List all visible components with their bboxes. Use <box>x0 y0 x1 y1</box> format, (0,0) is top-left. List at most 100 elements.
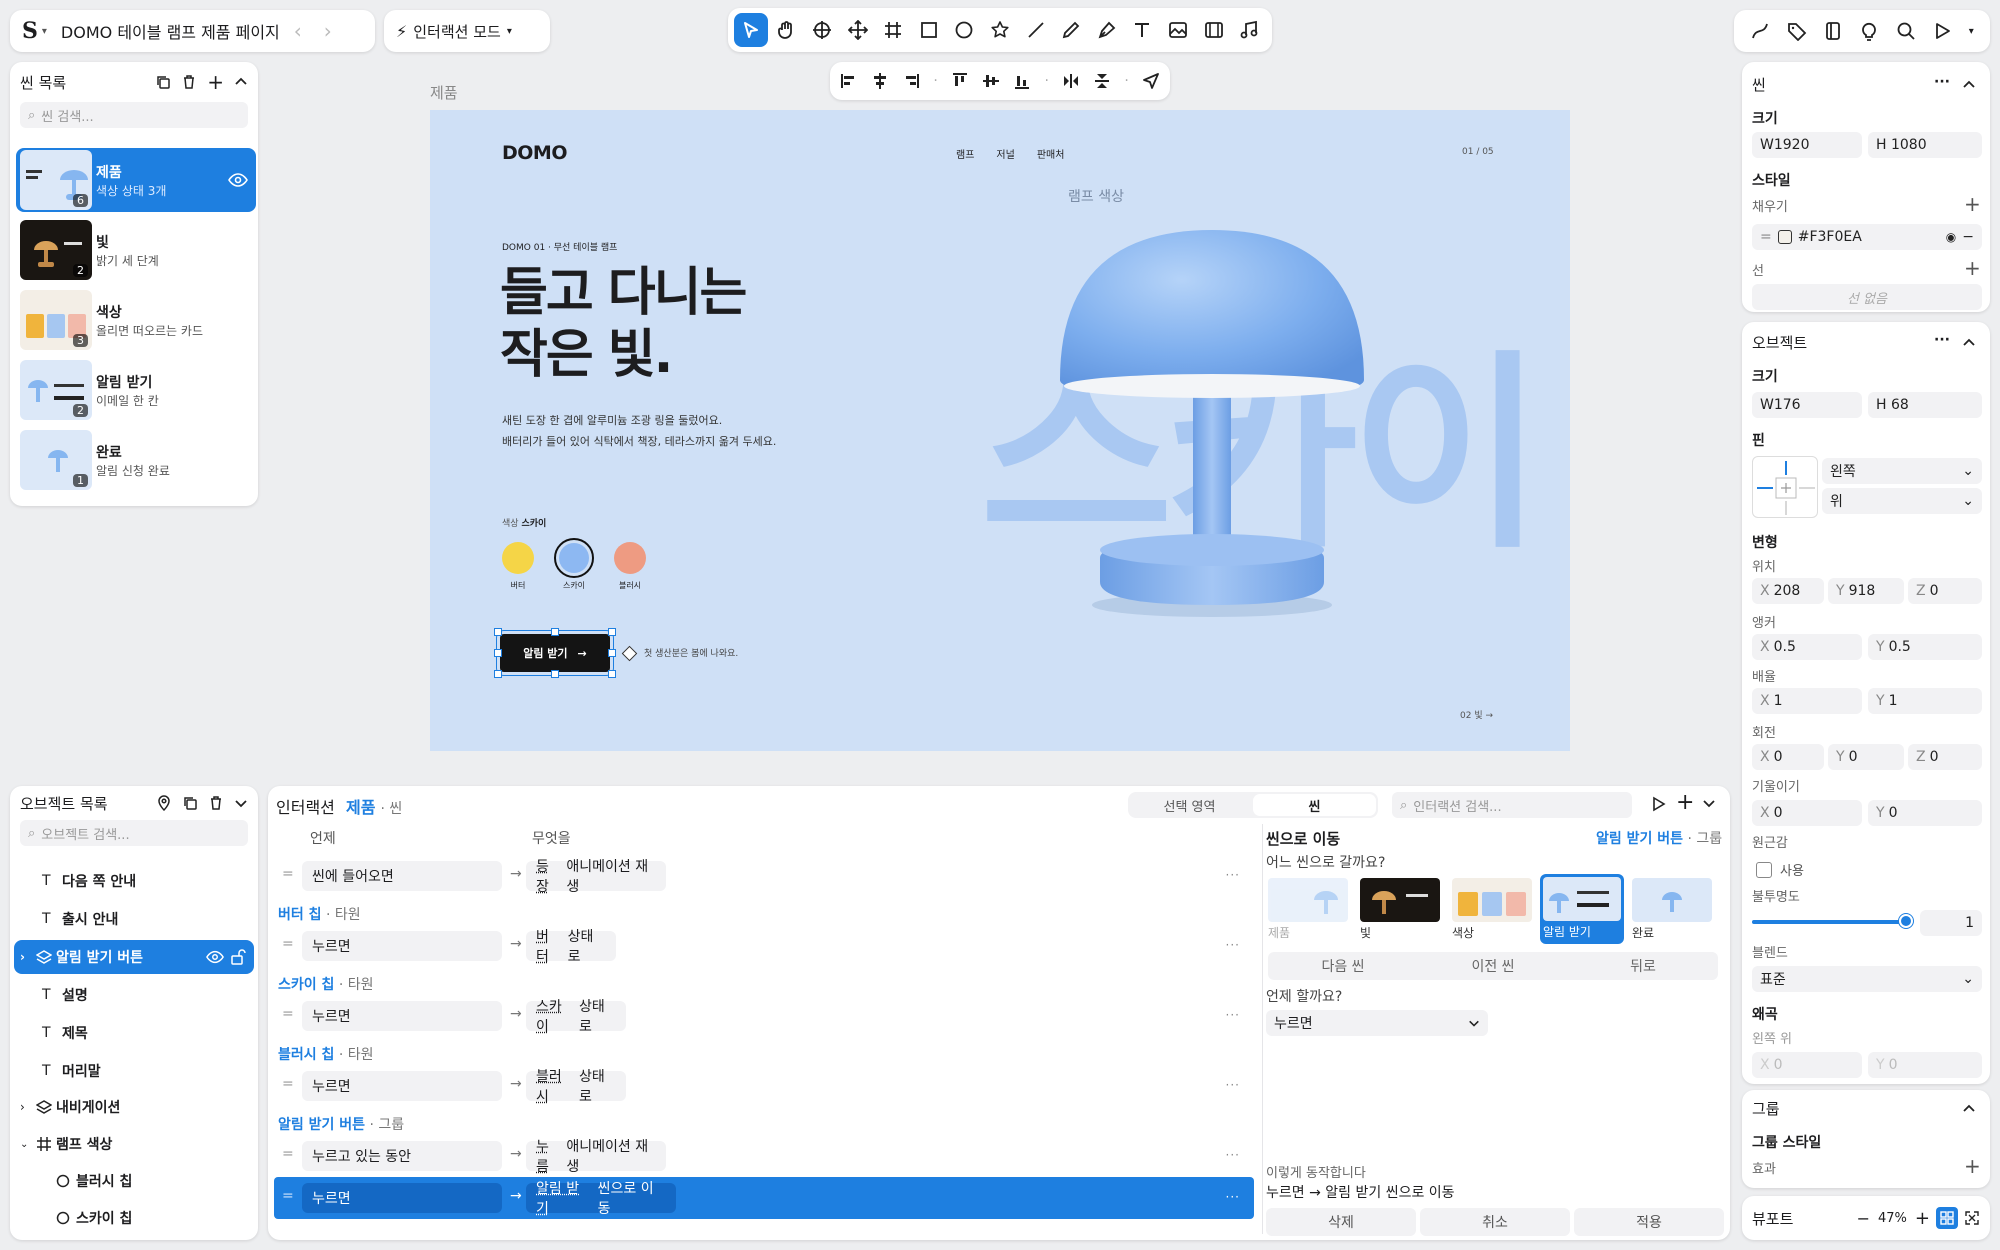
chevron-right-icon[interactable]: › <box>20 1100 36 1114</box>
object-search-input[interactable]: ⌕ 오브젝트 검색... <box>20 820 248 846</box>
document-title[interactable]: DOMO 테이블 램프 제품 페이지 <box>61 19 280 43</box>
align-top-icon[interactable] <box>951 72 969 90</box>
selection-handle[interactable] <box>494 670 502 678</box>
interaction-search-input[interactable]: ⌕ 인터랙션 검색... <box>1392 792 1632 818</box>
cancel-button[interactable]: 취소 <box>1420 1208 1570 1236</box>
scene-item-notify[interactable]: 2 알림 받기 이메일 한 칸 <box>16 358 256 422</box>
tab-selection[interactable]: 선택 영역 <box>1128 792 1251 818</box>
audio-tool-icon[interactable] <box>1232 13 1266 47</box>
object-item-next-page[interactable]: T 다음 쪽 안내 <box>14 864 254 898</box>
chevron-down-icon[interactable] <box>1702 796 1716 810</box>
pen-tool-icon[interactable] <box>1090 13 1124 47</box>
opacity-field[interactable]: 1 <box>1920 910 1982 936</box>
rotation-z-field[interactable]: Z0 <box>1908 744 1982 770</box>
canvas-artboard[interactable]: DOMO 램프 저널 판매처 01 / 05 스카이 램프 색상 DOMO 01… <box>430 110 1570 751</box>
skew-x-field[interactable]: X0 <box>1752 800 1862 826</box>
pin-vertical-select[interactable]: 위 ⌄ <box>1822 488 1982 514</box>
swatch-chip[interactable] <box>502 542 534 574</box>
scene-item-color[interactable]: 3 색상 올리면 떠오르는 카드 <box>16 288 256 352</box>
drag-handle-icon[interactable]: = <box>282 1006 294 1022</box>
what-field[interactable]: 알림 받기 씬으로 이동 <box>526 1181 676 1217</box>
skew-y-field[interactable]: Y0 <box>1868 800 1982 826</box>
chevron-up-icon[interactable] <box>1962 78 1976 92</box>
fill-color-swatch[interactable] <box>1777 230 1792 244</box>
more-icon[interactable]: ··· <box>1226 938 1240 952</box>
interaction-scene-name[interactable]: 제품 <box>346 798 375 817</box>
opacity-slider-thumb[interactable] <box>1899 914 1913 928</box>
interaction-row[interactable]: = 누르고 있는 동안 → 누름 애니메이션 재생 ··· <box>274 1136 1254 1176</box>
duplicate-icon[interactable] <box>155 74 171 90</box>
duplicate-icon[interactable] <box>182 795 198 811</box>
more-icon[interactable]: ··· <box>1226 1008 1240 1022</box>
object-item-navigation[interactable]: › 내비게이션 <box>14 1090 254 1124</box>
object-item-blush-chip[interactable]: 블러시 칩 <box>14 1164 254 1198</box>
align-middle-icon[interactable] <box>982 72 1000 90</box>
chevron-up-icon[interactable] <box>1962 1102 1976 1116</box>
library-icon[interactable] <box>1823 21 1843 41</box>
drag-handle-icon[interactable]: = <box>282 1076 294 1092</box>
fill-row[interactable]: = #F3F0EA ◉ − <box>1752 224 1982 250</box>
move-tool-icon[interactable] <box>841 13 875 47</box>
line-tool-icon[interactable] <box>1019 13 1053 47</box>
what-field[interactable]: 누름 애니메이션 재생 <box>526 1139 666 1175</box>
eye-icon[interactable] <box>228 170 248 190</box>
when-field[interactable]: 누르면 <box>302 1071 502 1101</box>
zoom-value[interactable]: 47% <box>1878 1211 1907 1226</box>
trash-icon[interactable] <box>181 74 197 90</box>
delete-button[interactable]: 삭제 <box>1266 1208 1416 1236</box>
nav-item[interactable]: 램프 <box>956 146 974 161</box>
scene-thumb-notify-selected[interactable]: 알림 받기 <box>1540 874 1624 944</box>
scene-thumb-color[interactable]: 색상 <box>1452 878 1532 941</box>
add-fill-icon[interactable]: + <box>1964 192 1981 216</box>
grid-view-icon[interactable] <box>1936 1207 1958 1229</box>
what-field[interactable]: 스카이 상태로 <box>526 999 626 1035</box>
distribute-vertical-icon[interactable] <box>1093 72 1111 90</box>
unlock-icon[interactable] <box>230 949 246 965</box>
interaction-row[interactable]: = 누르면 → 스카이 상태로 ··· <box>274 996 1254 1036</box>
star-tool-icon[interactable] <box>983 13 1017 47</box>
position-x-field[interactable]: X 208 <box>1752 578 1824 604</box>
object-item-description[interactable]: T 설명 <box>14 978 254 1012</box>
chevron-down-icon[interactable]: ⌄ <box>20 1139 36 1150</box>
chevron-up-icon[interactable] <box>234 75 248 89</box>
next-scene-button[interactable]: 다음 씬 <box>1268 952 1418 980</box>
add-stroke-icon[interactable]: + <box>1964 256 1981 280</box>
tab-scene[interactable]: 씬 <box>1253 794 1376 816</box>
pin-horizontal-select[interactable]: 왼쪽 ⌄ <box>1822 458 1982 484</box>
trash-icon[interactable] <box>208 795 224 811</box>
back-button[interactable]: 뒤로 <box>1568 952 1718 980</box>
interaction-row-selected[interactable]: = 누르면 → 알림 받기 씬으로 이동 ··· <box>274 1177 1254 1219</box>
interaction-row[interactable]: = 누르면 → 블러시 상태로 ··· <box>274 1066 1254 1106</box>
chevron-down-icon[interactable] <box>234 796 248 810</box>
what-field[interactable]: 버터 상태로 <box>526 929 616 965</box>
drag-handle-icon[interactable]: = <box>1760 229 1772 245</box>
drag-handle-icon[interactable]: = <box>282 1146 294 1162</box>
object-item-sky-chip[interactable]: 스카이 칩 <box>14 1201 254 1235</box>
zoom-out-icon[interactable]: − <box>1857 1209 1870 1228</box>
target-tool-icon[interactable] <box>805 13 839 47</box>
pencil-tool-icon[interactable] <box>1054 13 1088 47</box>
frame-tool-icon[interactable] <box>876 13 910 47</box>
align-center-icon[interactable] <box>871 72 889 90</box>
remove-fill-icon[interactable]: − <box>1962 229 1974 245</box>
play-icon[interactable] <box>1932 21 1952 41</box>
forward-arrow-icon[interactable]: › <box>324 19 332 43</box>
more-icon[interactable]: ··· <box>1934 74 1950 90</box>
mode-selector[interactable]: ⚡ 인터랙션 모드 ▾ <box>384 10 550 52</box>
swatch-sky[interactable]: 스카이 <box>554 538 594 591</box>
object-item-header[interactable]: T 머리말 <box>14 1054 254 1088</box>
position-y-field[interactable]: Y 918 <box>1828 578 1904 604</box>
object-item-title[interactable]: T 제목 <box>14 1016 254 1050</box>
select-tool-icon[interactable] <box>734 13 768 47</box>
text-tool-icon[interactable] <box>1126 13 1160 47</box>
more-icon[interactable]: ··· <box>1226 1190 1240 1204</box>
chevron-down-icon[interactable]: ▾ <box>1969 26 1974 37</box>
drag-handle-icon[interactable]: = <box>282 866 294 882</box>
anchor-y-field[interactable]: Y 0.5 <box>1868 634 1982 660</box>
eye-icon[interactable] <box>206 948 224 966</box>
hand-tool-icon[interactable] <box>770 13 804 47</box>
scene-width-field[interactable]: W1920 <box>1752 132 1862 158</box>
distribute-horizontal-icon[interactable] <box>1062 72 1080 90</box>
when-field[interactable]: 누르면 <box>302 931 502 961</box>
when-field[interactable]: 누르면 <box>302 1183 502 1213</box>
